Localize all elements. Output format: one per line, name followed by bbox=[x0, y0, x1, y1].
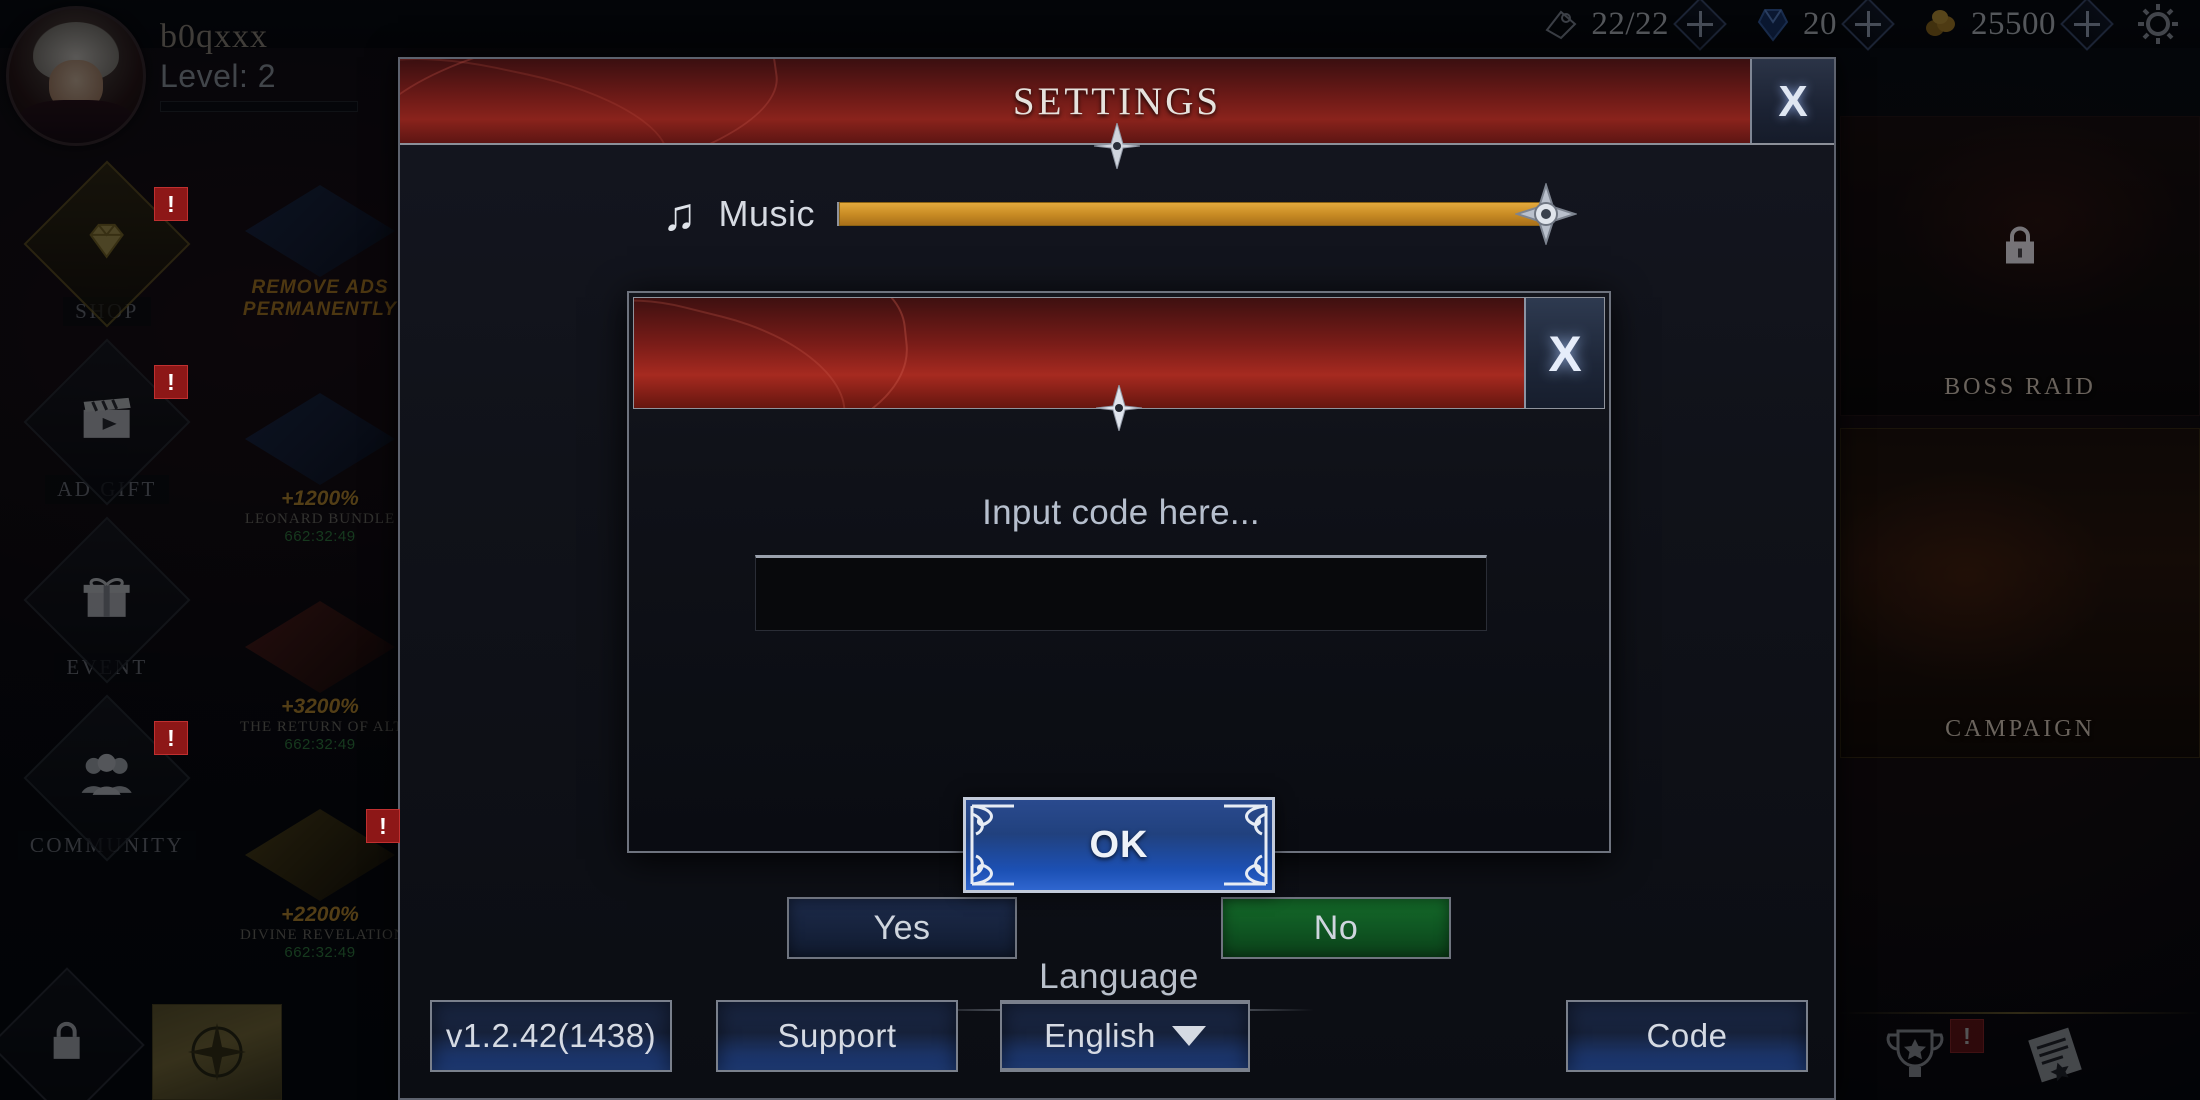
divine-badge: ! bbox=[366, 809, 400, 843]
confirm-buttons-row: Yes No bbox=[400, 897, 1838, 959]
ok-corner-flourish bbox=[1224, 804, 1268, 848]
music-slider[interactable] bbox=[837, 181, 1579, 247]
page-title: SETTINGS bbox=[1012, 79, 1222, 123]
chevron-down-icon bbox=[1171, 1026, 1206, 1046]
community-badge: ! bbox=[154, 721, 188, 755]
support-button[interactable]: Support bbox=[716, 1000, 958, 1072]
language-dropdown[interactable]: English bbox=[1000, 1000, 1250, 1072]
slider-knob-diamond[interactable] bbox=[1513, 181, 1579, 247]
settings-close-button[interactable]: X bbox=[1750, 59, 1834, 143]
code-diamond-ornament-icon bbox=[1095, 383, 1143, 433]
diamond-ornament-icon bbox=[1093, 121, 1141, 171]
music-slider-fill bbox=[839, 202, 1548, 226]
no-button[interactable]: No bbox=[1221, 897, 1451, 959]
ok-corner-flourish bbox=[970, 804, 1014, 848]
lock-icon bbox=[2000, 224, 2040, 273]
ok-button-label: OK bbox=[1089, 823, 1149, 866]
code-input-field[interactable] bbox=[755, 555, 1487, 631]
boss-raid-label: BOSS RAID bbox=[1944, 374, 2096, 400]
code-input-dialog: X Input code here... OK bbox=[627, 291, 1611, 893]
language-value: English bbox=[1044, 1017, 1156, 1054]
music-note-icon: ♫ bbox=[662, 188, 697, 240]
code-dialog-close-button[interactable]: X bbox=[1524, 298, 1604, 408]
language-section-label: Language bbox=[1039, 957, 1199, 996]
yes-button[interactable]: Yes bbox=[787, 897, 1017, 959]
ok-corner-flourish bbox=[1224, 842, 1268, 886]
code-prompt-label: Input code here... bbox=[982, 493, 1260, 532]
settings-bottom-row: v1.2.42(1438) Support English Code bbox=[400, 1000, 1838, 1076]
music-setting-row: ♫ Music bbox=[400, 169, 1838, 259]
code-button[interactable]: Code bbox=[1566, 1000, 1808, 1072]
ad-gift-badge: ! bbox=[154, 365, 188, 399]
version-button[interactable]: v1.2.42(1438) bbox=[430, 1000, 672, 1072]
shop-badge: ! bbox=[154, 187, 188, 221]
campaign-label: CAMPAIGN bbox=[1945, 716, 2095, 742]
ok-corner-flourish bbox=[970, 842, 1014, 886]
ok-button[interactable]: OK bbox=[963, 797, 1275, 893]
game-screen: 22/22 20 2550 bbox=[0, 0, 2200, 1100]
music-label: Music bbox=[718, 193, 816, 234]
